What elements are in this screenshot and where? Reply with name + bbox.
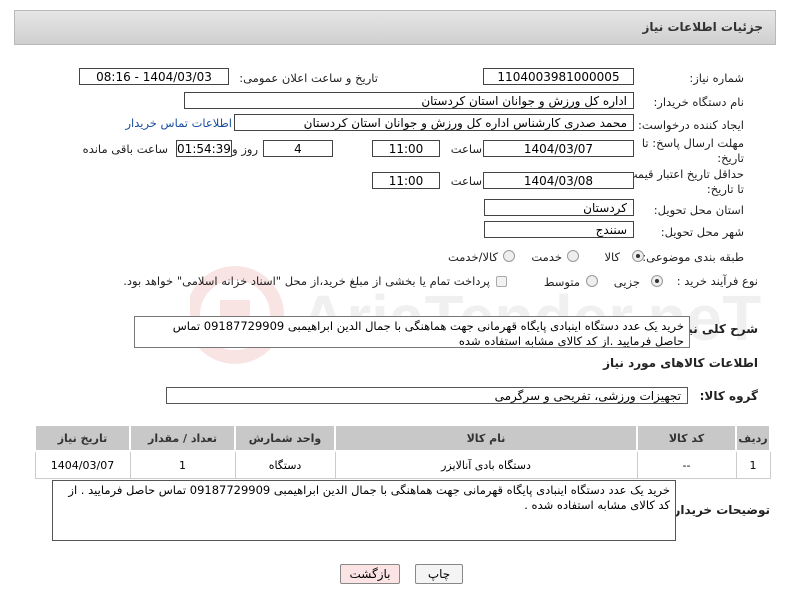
deadline-time-field: 11:00 <box>372 140 440 157</box>
col-item-name: نام کالا <box>334 424 638 452</box>
panel-header: جزئیات اطلاعات نیاز <box>14 10 776 45</box>
category-label: طبقه بندی موضوعی: <box>642 250 744 264</box>
deadline-date-field: 1404/03/07 <box>483 140 634 157</box>
cell-row-no: 1 <box>735 450 771 479</box>
category-radio-service[interactable] <box>567 250 579 262</box>
creator-label: ایجاد کننده درخواست: <box>638 118 744 132</box>
creator-field: محمد صدری کارشناس اداره کل ورزش و جوانان… <box>234 114 634 131</box>
remaining-label: ساعت باقی مانده <box>82 142 168 156</box>
purchase-radio-minor[interactable] <box>651 275 663 287</box>
table-row: 1 -- دستگاه بادی آنالایزر دستگاه 1 1404/… <box>34 450 771 479</box>
price-validity-label-line1: حداقل تاریخ اعتبار قیمت: <box>622 167 744 181</box>
treasury-checkbox[interactable] <box>496 276 507 287</box>
contact-buyer-link[interactable]: اطلاعات تماس خریدار <box>125 116 232 130</box>
goods-group-field: تجهیزات ورزشی، تفریحی و سرگرمی <box>166 387 688 404</box>
summary-textarea[interactable]: خرید یک عدد دستگاه اینبادی پایگاه قهرمان… <box>134 316 690 348</box>
need-no-field: 1104003981000005 <box>483 68 634 85</box>
col-item-code: کد کالا <box>636 424 737 452</box>
province-field: کردستان <box>484 199 634 216</box>
days-field: 4 <box>263 140 333 157</box>
category-radio-goods[interactable] <box>632 250 644 262</box>
purchase-radio-medium[interactable] <box>586 275 598 287</box>
buyer-notes-label: توضیحات خریدار: <box>668 503 770 517</box>
payment-note: پرداخت تمام یا بخشی از مبلغ خرید،از محل … <box>123 274 490 288</box>
buyer-notes-textarea[interactable]: خرید یک عدد دستگاه اینبادی پایگاه قهرمان… <box>52 480 676 541</box>
category-option-goods-service: کالا/خدمت <box>447 250 498 264</box>
goods-section-title: اطلاعات کالاهای مورد نیاز <box>603 356 758 370</box>
col-unit: واحد شمارش <box>234 424 336 452</box>
price-time-field: 11:00 <box>372 172 440 189</box>
purchase-option-minor: جزیی <box>613 275 640 289</box>
page-title: جزئیات اطلاعات نیاز <box>642 20 763 34</box>
cell-item-name: دستگاه بادی آنالایزر <box>334 450 638 479</box>
days-label: روز و <box>232 142 258 156</box>
cell-need-date: 1404/03/07 <box>34 450 131 479</box>
deadline-time-label: ساعت <box>450 142 482 156</box>
city-field: سنندج <box>484 221 634 238</box>
buyer-field: اداره کل ورزش و جوانان استان کردستان <box>184 92 634 109</box>
price-validity-label-line2: تا تاریخ: <box>706 182 744 196</box>
buyer-label: نام دستگاه خریدار: <box>653 95 744 109</box>
goods-group-label: گروه کالا: <box>699 389 758 403</box>
price-time-label: ساعت <box>450 174 482 188</box>
cell-quantity: 1 <box>129 450 236 479</box>
col-quantity: تعداد / مقدار <box>129 424 236 452</box>
back-button[interactable]: بازگشت <box>340 564 400 584</box>
province-label: استان محل تحویل: <box>653 203 744 217</box>
city-label: شهر محل تحویل: <box>660 225 744 239</box>
category-option-goods: کالا <box>604 250 620 264</box>
goods-table-header: ردیف کد کالا نام کالا واحد شمارش تعداد /… <box>34 424 771 452</box>
price-date-field: 1404/03/08 <box>483 172 634 189</box>
remaining-time-field: 01:54:39 <box>176 140 232 157</box>
category-radio-goods-service[interactable] <box>503 250 515 262</box>
print-button[interactable]: چاپ <box>415 564 463 584</box>
announce-field: 1404/03/03 - 08:16 <box>79 68 229 85</box>
purchase-type-label: نوع فرآیند خرید : <box>676 274 758 288</box>
goods-table: ردیف کد کالا نام کالا واحد شمارش تعداد /… <box>34 424 771 479</box>
col-row-no: ردیف <box>735 424 771 452</box>
cell-unit: دستگاه <box>234 450 336 479</box>
deadline-label-line2: تاریخ: <box>717 151 744 165</box>
purchase-option-medium: متوسط <box>543 275 580 289</box>
col-need-date: تاریخ نیاز <box>34 424 131 452</box>
need-no-label: شماره نیاز: <box>689 71 744 85</box>
announce-label: تاریخ و ساعت اعلان عمومی: <box>239 71 378 85</box>
deadline-label-line1: مهلت ارسال پاسخ: تا <box>641 136 744 150</box>
cell-item-code: -- <box>636 450 737 479</box>
category-option-service: خدمت <box>531 250 562 264</box>
